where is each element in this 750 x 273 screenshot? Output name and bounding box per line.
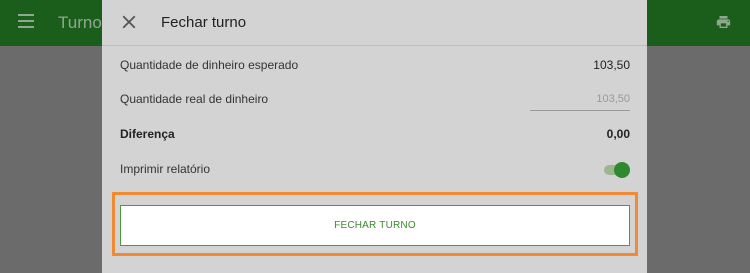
difference-value: 0,00 xyxy=(606,127,630,141)
dialog-title: Fechar turno xyxy=(161,14,247,31)
print-report-toggle[interactable] xyxy=(604,162,630,178)
difference-label: Diferença xyxy=(120,127,175,141)
toggle-thumb xyxy=(614,162,630,178)
expected-cash-label: Quantidade de dinheiro esperado xyxy=(120,58,299,72)
app-title: Turno xyxy=(58,13,102,32)
expected-cash-value: 103,50 xyxy=(593,58,630,72)
actual-cash-label: Quantidade real de dinheiro xyxy=(120,92,269,106)
print-report-label: Imprimir relatório xyxy=(120,162,211,176)
close-shift-button[interactable]: FECHAR TURNO xyxy=(120,205,630,246)
close-shift-button-label: FECHAR TURNO xyxy=(334,220,416,231)
actual-cash-row: Quantidade real de dinheiro xyxy=(120,89,630,111)
dialog-header: Fechar turno xyxy=(102,0,647,46)
expected-cash-row: Quantidade de dinheiro esperado 103,50 xyxy=(120,55,630,77)
close-icon[interactable] xyxy=(118,11,140,33)
actual-cash-input[interactable] xyxy=(530,89,630,109)
menu-icon[interactable] xyxy=(18,14,34,28)
actual-cash-field-wrapper xyxy=(530,89,630,111)
print-report-row: Imprimir relatório xyxy=(120,159,630,181)
print-icon[interactable] xyxy=(715,14,732,30)
difference-row: Diferença 0,00 xyxy=(120,124,630,146)
